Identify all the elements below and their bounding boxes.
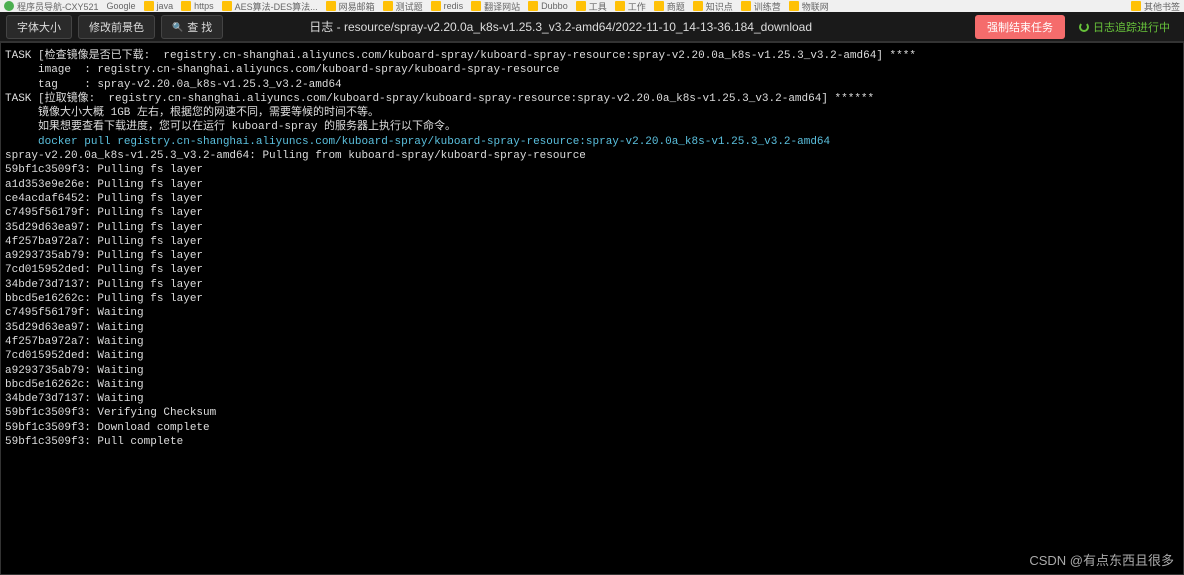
bookmark-item[interactable]: 知识点 (693, 0, 733, 12)
folder-icon (693, 1, 703, 11)
folder-icon (1131, 1, 1141, 11)
terminal-line: TASK [检查镜像是否已下载: registry.cn-shanghai.al… (5, 49, 1179, 63)
browser-bookmarks-bar: 程序员导航-CXY521 Google java https AES算法-DES… (0, 0, 1184, 12)
terminal-line: a9293735ab79: Waiting (5, 364, 1179, 378)
bookmark-item[interactable]: 测试题 (383, 0, 423, 12)
terminal-line: ce4acdaf6452: Pulling fs layer (5, 192, 1179, 206)
force-end-task-button[interactable]: 强制结束任务 (975, 15, 1065, 39)
folder-icon (144, 1, 154, 11)
folder-icon (615, 1, 625, 11)
terminal-line: spray-v2.20.0a_k8s-v1.25.3_v3.2-amd64: P… (5, 149, 1179, 163)
folder-icon (471, 1, 481, 11)
search-button[interactable]: 查 找 (161, 15, 223, 39)
change-colors-button[interactable]: 修改前景色 (78, 15, 155, 39)
bookmark-item[interactable]: redis (431, 1, 464, 11)
bookmark-item[interactable]: https (181, 1, 214, 11)
folder-icon (654, 1, 664, 11)
bookmark-item[interactable]: 工具 (576, 0, 607, 12)
folder-icon (383, 1, 393, 11)
terminal-line: c7495f56179f: Pulling fs layer (5, 206, 1179, 220)
folder-icon (576, 1, 586, 11)
bookmark-item[interactable]: 训练营 (741, 0, 781, 12)
bookmark-item[interactable]: Google (107, 1, 136, 11)
font-size-button[interactable]: 字体大小 (6, 15, 72, 39)
search-icon (172, 21, 183, 33)
log-title: 日志 - resource/spray-v2.20.0a_k8s-v1.25.3… (309, 18, 812, 35)
terminal-line: image : registry.cn-shanghai.aliyuncs.co… (5, 63, 1179, 77)
terminal-line: tag : spray-v2.20.0a_k8s-v1.25.3_v3.2-am… (5, 78, 1179, 92)
terminal-line: 59bf1c3509f3: Download complete (5, 421, 1179, 435)
bookmark-item[interactable]: 商题 (654, 0, 685, 12)
spinner-icon (1079, 22, 1089, 32)
terminal-line: 34bde73d7137: Waiting (5, 392, 1179, 406)
watermark: CSDN @有点东西且很多 (1029, 550, 1174, 569)
terminal-line: 7cd015952ded: Waiting (5, 349, 1179, 363)
bookmark-item[interactable]: 程序员导航-CXY521 (4, 0, 99, 12)
terminal-line: 如果想要查看下载进度，您可以在运行 kuboard-spray 的服务器上执行以… (5, 120, 1179, 134)
bookmark-item[interactable]: AES算法-DES算法... (222, 0, 318, 12)
bookmark-item[interactable]: java (144, 1, 174, 11)
terminal-line: bbcd5e16262c: Waiting (5, 378, 1179, 392)
terminal-line: a1d353e9e26e: Pulling fs layer (5, 178, 1179, 192)
bookmark-item[interactable]: 其他书签 (1131, 0, 1180, 12)
folder-icon (222, 1, 232, 11)
bookmark-item[interactable]: 物联网 (789, 0, 829, 12)
terminal-line: TASK [拉取镜像: registry.cn-shanghai.aliyunc… (5, 92, 1179, 106)
folder-icon (326, 1, 336, 11)
bookmark-icon (4, 1, 14, 11)
terminal-line: 镜像大小大概 1GB 左右，根据您的网速不同，需要等候的时间不等。 (5, 106, 1179, 120)
terminal-line: 59bf1c3509f3: Pulling fs layer (5, 163, 1179, 177)
folder-icon (741, 1, 751, 11)
bookmark-item[interactable]: 翻译网站 (471, 0, 520, 12)
bookmark-item[interactable]: 工作 (615, 0, 646, 12)
folder-icon (181, 1, 191, 11)
terminal-line: 59bf1c3509f3: Pull complete (5, 435, 1179, 449)
terminal-output[interactable]: TASK [检查镜像是否已下载: registry.cn-shanghai.al… (0, 42, 1184, 575)
terminal-line: 59bf1c3509f3: Verifying Checksum (5, 406, 1179, 420)
terminal-line: bbcd5e16262c: Pulling fs layer (5, 292, 1179, 306)
terminal-line: 34bde73d7137: Pulling fs layer (5, 278, 1179, 292)
terminal-line: 35d29d63ea97: Waiting (5, 321, 1179, 335)
terminal-line: 35d29d63ea97: Pulling fs layer (5, 221, 1179, 235)
folder-icon (431, 1, 441, 11)
bookmark-item[interactable]: Dubbo (528, 1, 568, 11)
tracking-status: 日志追踪进行中 (1071, 19, 1178, 35)
terminal-line: 7cd015952ded: Pulling fs layer (5, 263, 1179, 277)
terminal-line: docker pull registry.cn-shanghai.aliyunc… (5, 135, 1179, 149)
terminal-line: a9293735ab79: Pulling fs layer (5, 249, 1179, 263)
terminal-line: 4f257ba972a7: Pulling fs layer (5, 235, 1179, 249)
log-toolbar: 字体大小 修改前景色 查 找 日志 - resource/spray-v2.20… (0, 12, 1184, 42)
terminal-line: 4f257ba972a7: Waiting (5, 335, 1179, 349)
folder-icon (789, 1, 799, 11)
folder-icon (528, 1, 538, 11)
terminal-line: c7495f56179f: Waiting (5, 306, 1179, 320)
bookmark-item[interactable]: 网易邮箱 (326, 0, 375, 12)
